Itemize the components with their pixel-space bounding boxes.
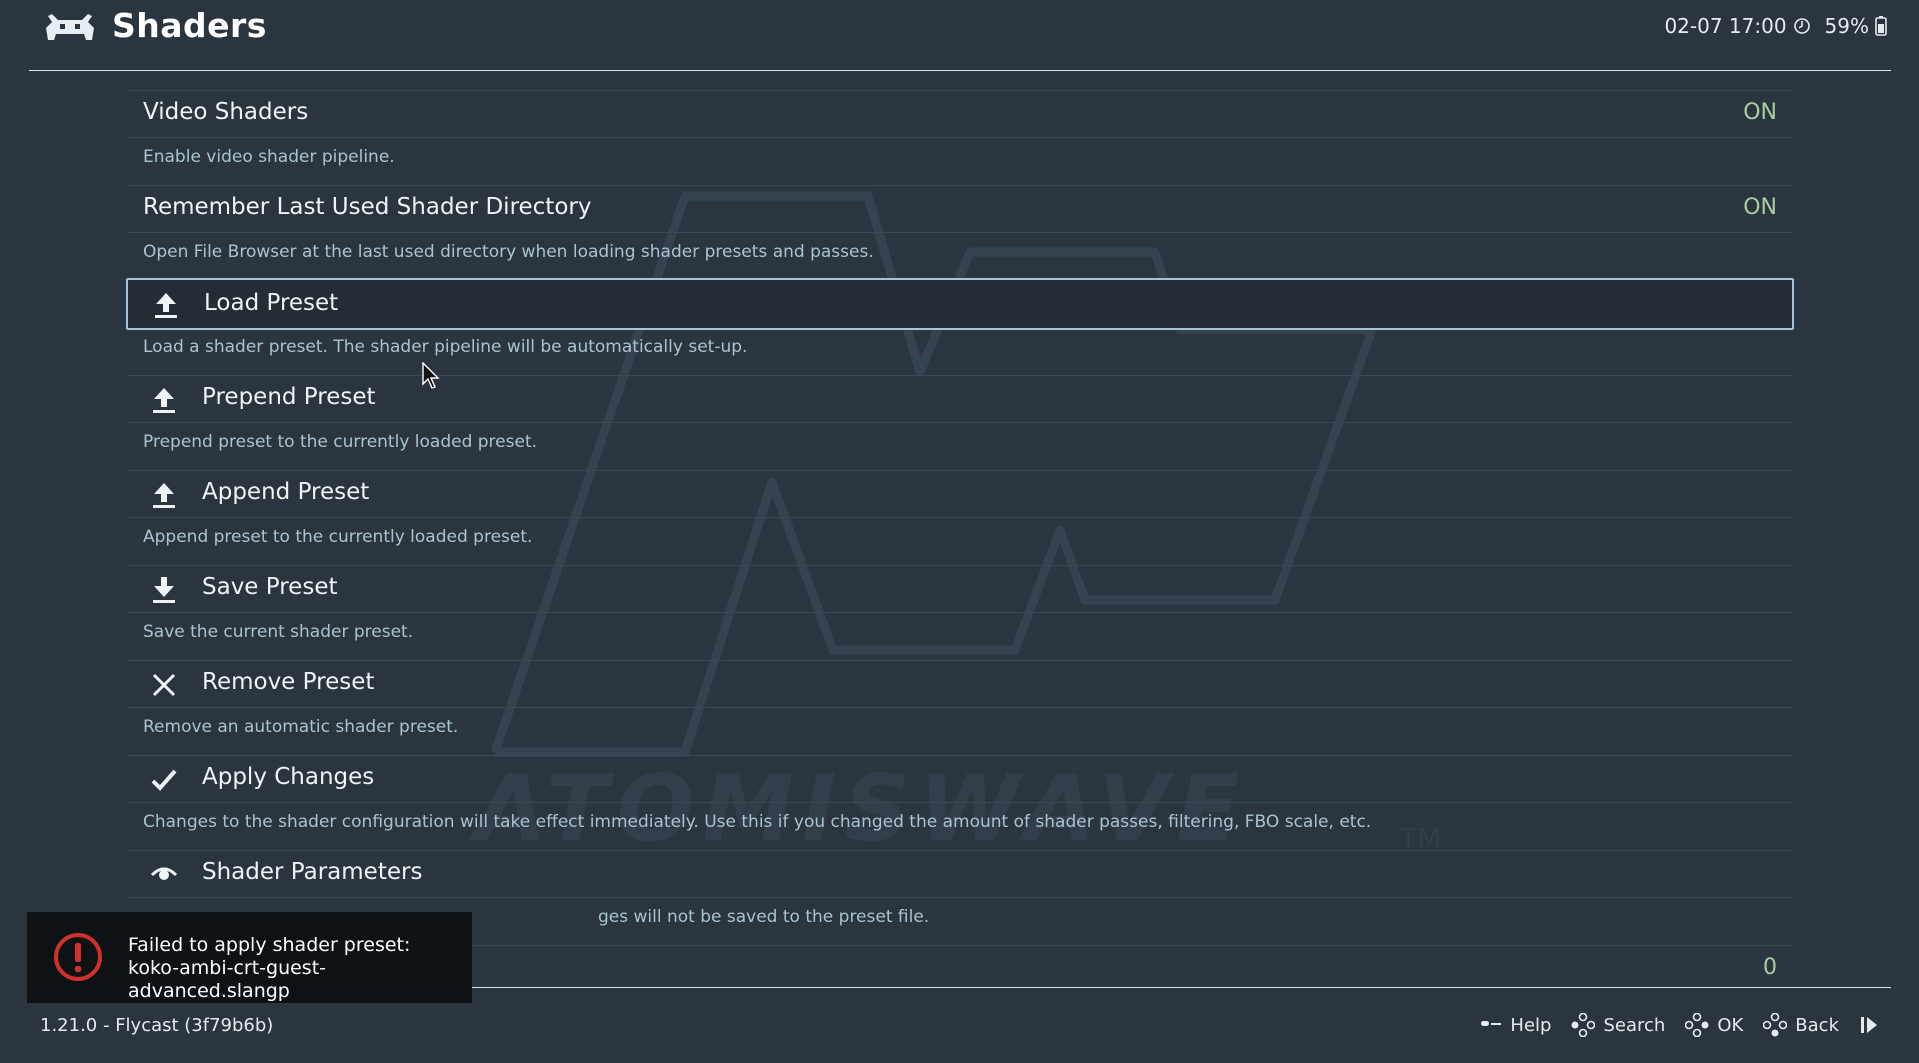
battery-icon <box>1875 16 1887 36</box>
menu-item-append-preset[interactable]: Append Preset Append preset to the curre… <box>128 470 1792 565</box>
ok-button[interactable]: OK <box>1685 1013 1743 1037</box>
menu-item-save-preset[interactable]: Save Preset Save the current shader pres… <box>128 565 1792 660</box>
menu-item-label: Video Shaders <box>143 99 309 125</box>
version-label: 1.21.0 - Flycast (3f79b6b) <box>40 1015 274 1036</box>
checkmark-icon <box>151 769 177 791</box>
retroarch-logo-icon <box>46 14 94 40</box>
menu-item-label: Save Preset <box>202 574 338 600</box>
help-label: Help <box>1510 1014 1552 1036</box>
search-label: Search <box>1603 1014 1666 1036</box>
toast-message: Failed to apply shader preset: koko-ambi… <box>128 934 472 1003</box>
menu-item-remove-preset[interactable]: Remove Preset Remove an automatic shader… <box>128 660 1792 755</box>
menu-item-label: Apply Changes <box>202 764 375 790</box>
menu-item-description: Remove an automatic shader preset. <box>143 717 459 737</box>
shader-passes-value: 0 <box>1763 955 1777 980</box>
menu-item-label: Remember Last Used Shader Directory <box>143 194 592 220</box>
menu-item-label: Load Preset <box>204 290 339 316</box>
menu-item-description: Open File Browser at the last used direc… <box>143 242 874 262</box>
toast-line-2: koko-ambi-crt-guest-advanced.slangp <box>128 957 327 1002</box>
menu-item-label: Remove Preset <box>202 669 375 695</box>
menu-item-description: ges will not be saved to the preset file… <box>598 907 930 927</box>
menu-item-label: Append Preset <box>202 479 370 505</box>
start-button[interactable] <box>1859 1015 1879 1035</box>
header-divider <box>29 70 1891 71</box>
menu-item-description: Enable video shader pipeline. <box>143 147 395 167</box>
header: Shaders 02-07 17:00 59% <box>0 0 1919 72</box>
selection-highlight: Load Preset <box>126 278 1794 330</box>
menu-item-description: Prepend preset to the currently loaded p… <box>143 432 538 452</box>
gamepad-buttons-icon <box>1571 1013 1596 1037</box>
datetime: 02-07 17:00 <box>1664 14 1787 38</box>
menu-item-remember-shader-dir[interactable]: Remember Last Used Shader Directory ON O… <box>128 185 1792 280</box>
footer-controls: Help Search OK Back <box>1460 1013 1879 1037</box>
back-label: Back <box>1795 1014 1839 1036</box>
menu-item-description: Changes to the shader configuration will… <box>143 812 1372 832</box>
upload-icon <box>155 293 177 318</box>
menu-item-description: Append preset to the currently loaded pr… <box>143 527 533 547</box>
gamepad-buttons-icon <box>1685 1013 1709 1037</box>
select-button-icon <box>1481 1021 1502 1026</box>
menu-item-description: Load a shader preset. The shader pipelin… <box>143 337 748 357</box>
clock-icon <box>1793 18 1810 34</box>
menu-item-label: Shader Parameters <box>202 859 423 885</box>
download-icon <box>153 577 175 603</box>
ok-label: OK <box>1717 1014 1744 1036</box>
help-button[interactable]: Help <box>1480 1015 1551 1036</box>
menu-item-video-shaders[interactable]: Video Shaders ON Enable video shader pip… <box>128 90 1792 185</box>
error-toast: Failed to apply shader preset: koko-ambi… <box>27 912 472 1003</box>
back-button[interactable]: Back <box>1763 1013 1839 1037</box>
mouse-cursor-icon <box>422 362 440 389</box>
start-icon <box>1861 1017 1877 1033</box>
toast-line-1: Failed to apply shader preset: <box>128 934 411 956</box>
gamepad-buttons-icon <box>1763 1013 1788 1037</box>
menu-item-apply-changes[interactable]: Apply Changes Changes to the shader conf… <box>128 755 1792 850</box>
toggle-value[interactable]: ON <box>1743 195 1777 220</box>
eye-icon <box>150 867 178 880</box>
battery-percent: 59% <box>1824 14 1869 38</box>
upload-icon <box>153 388 175 413</box>
page-title: Shaders <box>112 6 267 45</box>
upload-icon <box>153 483 175 508</box>
menu-item-prepend-preset[interactable]: Prepend Preset Prepend preset to the cur… <box>128 375 1792 470</box>
menu-item-label: Prepend Preset <box>202 384 376 410</box>
error-icon <box>54 933 102 981</box>
menu-item-load-preset[interactable]: Load Preset Load a shader preset. The sh… <box>126 278 1794 375</box>
toggle-value[interactable]: ON <box>1743 100 1777 125</box>
menu-item-description: Save the current shader preset. <box>143 622 414 642</box>
status-bar: 02-07 17:00 59% <box>1664 14 1887 38</box>
shader-menu-list: Video Shaders ON Enable video shader pip… <box>126 90 1794 990</box>
close-icon <box>152 673 176 697</box>
search-button[interactable]: Search <box>1571 1013 1665 1037</box>
